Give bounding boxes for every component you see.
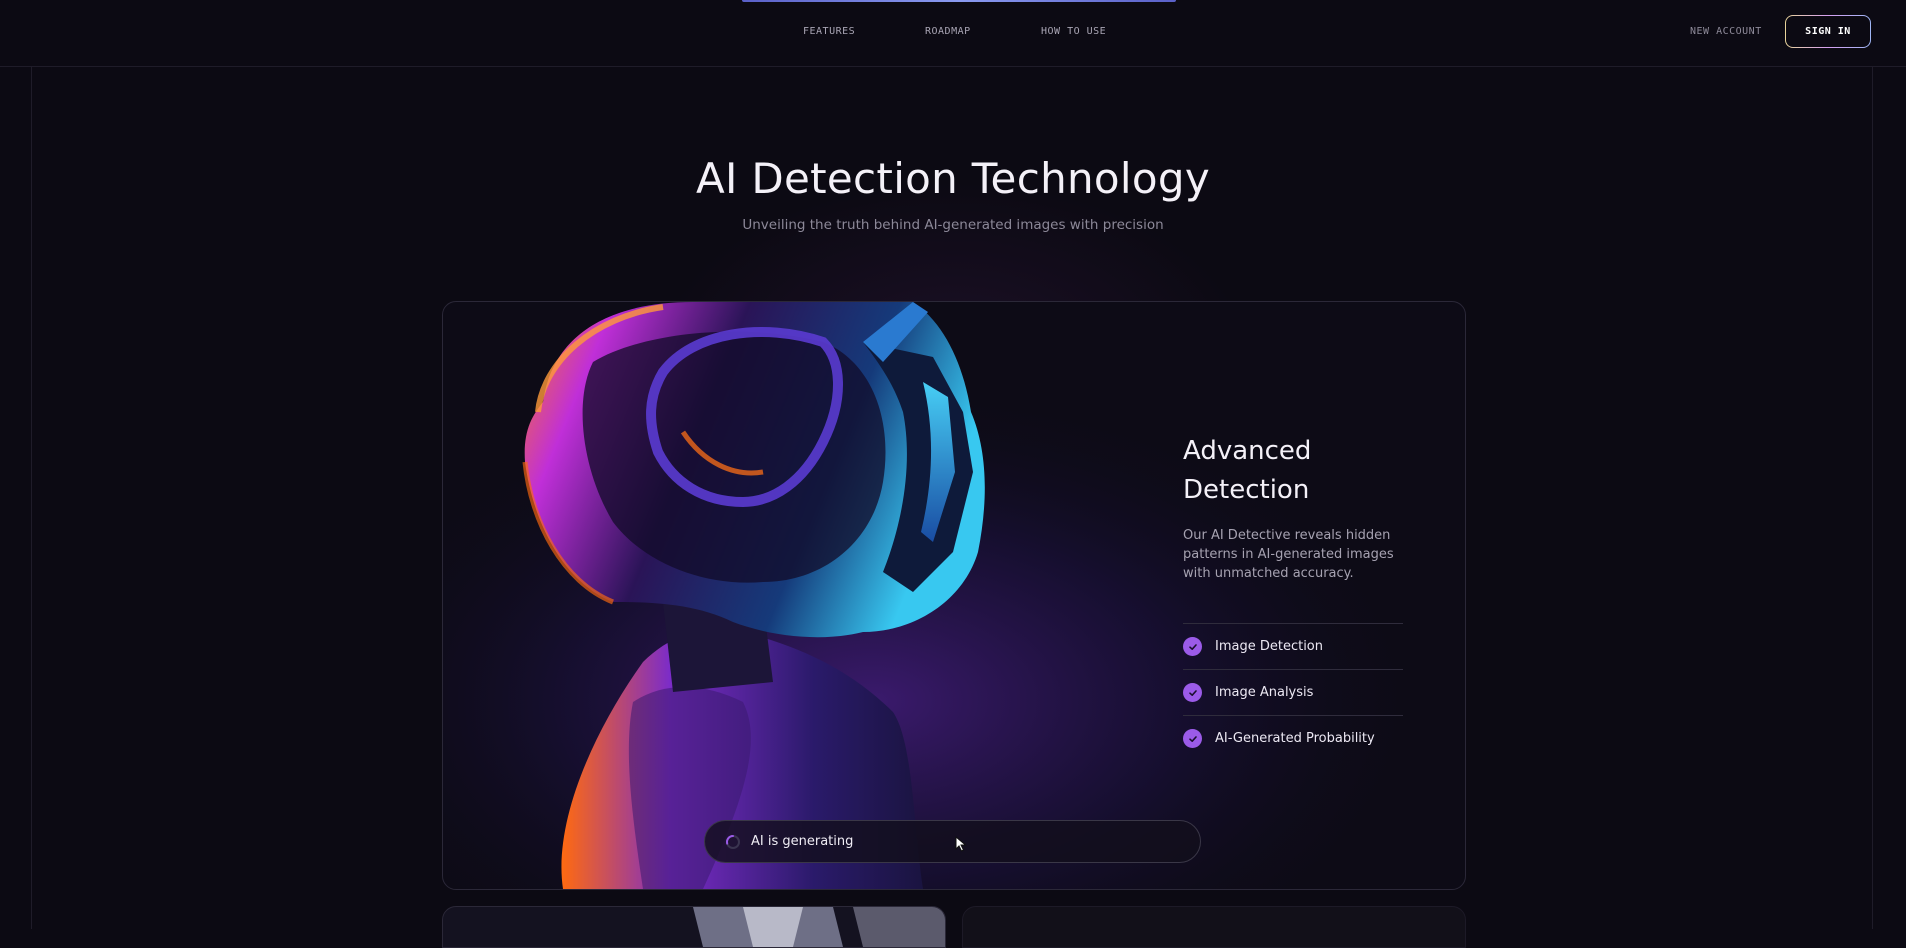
top-navbar: FEATURES ROADMAP HOW TO USE NEW ACCOUNT …: [0, 0, 1906, 67]
feature-list: Image Detection Image Analysis AI-Genera…: [1183, 623, 1403, 761]
spinner-icon: [725, 834, 740, 849]
generation-status-bar[interactable]: AI is generating: [704, 820, 1201, 863]
nav-link-roadmap[interactable]: ROADMAP: [925, 26, 971, 37]
check-icon: [1183, 729, 1202, 748]
nav-link-features[interactable]: FEATURES: [803, 26, 855, 37]
feature-description: Our AI Detective reveals hidden patterns…: [1183, 528, 1394, 581]
cursor-icon: [955, 836, 967, 852]
feature-heading-line-2: Detection: [1183, 475, 1310, 505]
feature-label-image-analysis: Image Analysis: [1215, 685, 1314, 700]
page-subtitle: Unveiling the truth behind AI-generated …: [742, 217, 1164, 233]
list-item: AI-Generated Probability: [1183, 716, 1403, 761]
feature-heading: Advanced Detection: [1183, 432, 1403, 510]
page-title: AI Detection Technology: [695, 154, 1211, 203]
sign-in-button[interactable]: SIGN IN: [1785, 15, 1871, 48]
next-card-image: [442, 906, 946, 948]
feature-heading-line-1: Advanced: [1183, 436, 1312, 466]
new-account-link[interactable]: NEW ACCOUNT: [1690, 26, 1762, 37]
check-icon: [1183, 637, 1202, 656]
feature-panel: Advanced Detection Our AI Detective reve…: [1183, 432, 1403, 761]
list-item: Image Detection: [1183, 624, 1403, 670]
feature-card: Advanced Detection Our AI Detective reve…: [442, 301, 1466, 890]
generation-status-text: AI is generating: [751, 834, 854, 849]
top-accent-bar: [742, 0, 1176, 2]
nav-link-how-to-use[interactable]: HOW TO USE: [1041, 26, 1106, 37]
list-item: Image Analysis: [1183, 670, 1403, 716]
check-icon: [1183, 683, 1202, 702]
feature-label-image-detection: Image Detection: [1215, 639, 1323, 654]
next-card-panel: [962, 906, 1466, 948]
feature-label-ai-probability: AI-Generated Probability: [1215, 731, 1375, 746]
next-card-art: [693, 907, 945, 947]
